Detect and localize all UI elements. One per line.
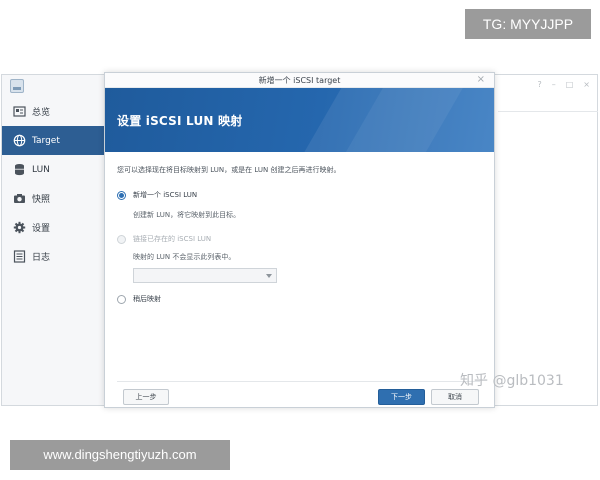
sidebar-item-label: 日志 bbox=[32, 253, 51, 263]
window-controls: ? – □ × bbox=[537, 80, 590, 89]
sidebar-item-snapshot[interactable]: 快照 bbox=[2, 184, 105, 213]
chevron-down-icon bbox=[266, 274, 272, 278]
divider bbox=[498, 111, 598, 112]
background-panel: ? – □ × bbox=[498, 75, 598, 405]
banner-title: 设置 iSCSI LUN 映射 bbox=[117, 114, 243, 128]
lun-select[interactable] bbox=[133, 268, 277, 283]
sidebar-item-settings[interactable]: 设置 bbox=[2, 213, 105, 242]
zhihu-watermark: 知乎 @glb1031 bbox=[460, 373, 564, 389]
help-icon[interactable]: ? bbox=[537, 80, 541, 89]
sidebar-item-label: LUN bbox=[32, 164, 50, 175]
radio-map-later[interactable] bbox=[117, 294, 126, 304]
sidebar-item-target[interactable]: Target bbox=[2, 126, 105, 155]
option-label: 稍后映射 bbox=[133, 295, 161, 303]
sidebar-item-label: 总览 bbox=[32, 108, 51, 118]
next-button[interactable]: 下一步 bbox=[378, 389, 425, 405]
sidebar-item-log[interactable]: 日志 bbox=[2, 242, 105, 271]
option-label: 链接已存在的 iSCSI LUN bbox=[133, 235, 212, 243]
sidebar-item-lun[interactable]: LUN bbox=[2, 155, 105, 184]
option-new-lun-hint: 创建新 LUN，将它映射到此目标。 bbox=[133, 211, 241, 219]
new-target-dialog: 新增一个 iSCSI target × 设置 iSCSI LUN 映射 您可以选… bbox=[104, 72, 495, 408]
cancel-button[interactable]: 取消 bbox=[431, 389, 479, 405]
maximize-icon[interactable]: □ bbox=[566, 80, 574, 89]
dialog-banner: 设置 iSCSI LUN 映射 bbox=[105, 88, 494, 152]
globe-icon bbox=[13, 134, 26, 147]
log-icon bbox=[13, 250, 26, 263]
option-existing-lun-hint: 映射的 LUN 不会显示此列表中。 bbox=[133, 253, 236, 261]
sidebar-item-label: 设置 bbox=[32, 224, 51, 234]
dialog-content: 您可以选择现在将目标映射到 LUN，或是在 LUN 创建之后再进行映射。 新增一… bbox=[117, 165, 482, 305]
url-watermark-badge: www.dingshengtiyuzh.com bbox=[10, 440, 230, 470]
prev-button[interactable]: 上一步 bbox=[123, 389, 169, 405]
sidebar: 总览 Target LUN 快照 设置 日志 bbox=[2, 75, 106, 405]
radio-new-lun[interactable] bbox=[117, 190, 126, 200]
sidebar-item-label: Target bbox=[32, 135, 60, 146]
radio-existing-lun[interactable] bbox=[117, 234, 126, 244]
option-label: 新增一个 iSCSI LUN bbox=[133, 191, 198, 199]
close-icon[interactable]: × bbox=[477, 74, 485, 85]
overview-icon bbox=[13, 105, 26, 118]
gear-icon bbox=[13, 221, 26, 234]
camera-icon bbox=[13, 192, 26, 205]
sidebar-item-overview[interactable]: 总览 bbox=[2, 97, 105, 126]
tg-watermark-badge: TG: MYYJJPP bbox=[465, 9, 591, 39]
option-new-lun[interactable]: 新增一个 iSCSI LUN bbox=[117, 189, 482, 201]
description-text: 您可以选择现在将目标映射到 LUN，或是在 LUN 创建之后再进行映射。 bbox=[117, 166, 341, 174]
dialog-titlebar: 新增一个 iSCSI target × bbox=[105, 73, 494, 88]
window-close-icon[interactable]: × bbox=[583, 80, 590, 89]
minimize-icon[interactable]: – bbox=[552, 80, 556, 89]
footer-divider bbox=[117, 381, 480, 382]
dialog-title: 新增一个 iSCSI target bbox=[258, 76, 341, 85]
database-icon bbox=[13, 163, 26, 176]
option-map-later[interactable]: 稍后映射 bbox=[117, 293, 482, 305]
sidebar-nav: 总览 Target LUN 快照 设置 日志 bbox=[2, 97, 105, 271]
sidebar-item-label: 快照 bbox=[32, 195, 51, 205]
app-logo-icon bbox=[10, 79, 24, 93]
option-existing-lun[interactable]: 链接已存在的 iSCSI LUN bbox=[117, 233, 482, 245]
